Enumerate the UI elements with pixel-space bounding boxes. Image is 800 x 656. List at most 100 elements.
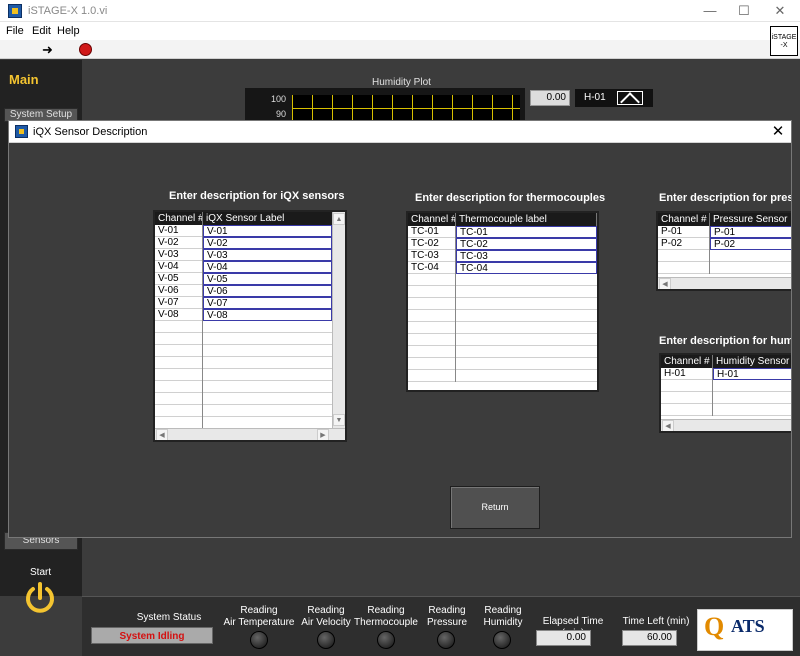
menu-help[interactable]: Help: [57, 25, 80, 37]
plot-readout: 0.00: [530, 90, 570, 106]
scroll-left-icon[interactable]: ◀: [662, 420, 674, 431]
dialog-title: iQX Sensor Description: [33, 126, 148, 138]
label-cell[interactable]: TC-03: [456, 250, 597, 262]
logo-ats: ATS: [731, 616, 765, 636]
minimize-button[interactable]: —: [692, 2, 728, 20]
column-header: Channel #: [658, 213, 710, 226]
label-cell[interactable]: [203, 345, 332, 357]
vi-icon: iSTAGE -X: [770, 26, 798, 56]
label-cell[interactable]: [456, 322, 597, 334]
label-cell[interactable]: [713, 404, 791, 416]
dialog-close-button[interactable]: ✕: [767, 122, 789, 142]
table-row: [408, 274, 597, 286]
label-cell[interactable]: TC-02: [456, 238, 597, 250]
label-cell[interactable]: [203, 405, 332, 417]
horizontal-scrollbar[interactable]: ◀: [661, 419, 791, 431]
reading-label: Reading Humidity: [477, 605, 529, 629]
channel-cell: [155, 345, 203, 357]
scroll-down-icon[interactable]: ▼: [333, 414, 345, 426]
label-cell[interactable]: V-07: [203, 297, 332, 309]
table-row: V-03 V-03: [155, 249, 332, 261]
label-cell[interactable]: V-05: [203, 273, 332, 285]
label-cell[interactable]: [710, 262, 791, 274]
reading-line: Thermocouple: [354, 617, 418, 628]
label-cell[interactable]: [456, 334, 597, 346]
table-row: TC-04 TC-04: [408, 262, 597, 274]
label-cell[interactable]: V-02: [203, 237, 332, 249]
label-cell[interactable]: [713, 392, 791, 404]
channel-cell: V-05: [155, 273, 203, 285]
label-cell[interactable]: [456, 310, 597, 322]
label-cell[interactable]: V-04: [203, 261, 332, 273]
table-row: V-07 V-07: [155, 297, 332, 309]
column-header: iQX Sensor Label: [203, 212, 333, 225]
reading-line: Pressure: [426, 617, 467, 628]
table-row: [658, 250, 791, 262]
column-header: Channel #: [408, 213, 456, 226]
menu-edit[interactable]: Edit: [32, 25, 51, 37]
label-cell[interactable]: P-02: [710, 238, 791, 250]
scroll-right-icon[interactable]: ▶: [317, 429, 329, 440]
table-row: V-05 V-05: [155, 273, 332, 285]
menu-file[interactable]: File: [6, 25, 24, 37]
channel-cell: V-01: [155, 225, 203, 237]
table-row: [658, 262, 791, 274]
label-cell[interactable]: V-03: [203, 249, 332, 261]
label-cell[interactable]: [203, 333, 332, 345]
time-left-label: Time Left (min): [622, 616, 690, 627]
pressure-section-title: Enter description for pressu: [659, 192, 792, 204]
label-cell[interactable]: H-01: [713, 368, 791, 380]
y-tick: 90: [276, 109, 287, 119]
channel-cell: TC-02: [408, 238, 456, 250]
maximize-button[interactable]: ☐: [726, 2, 762, 20]
channel-cell: TC-03: [408, 250, 456, 262]
menu-bar: File Edit Help: [0, 22, 800, 40]
time-left-value: 60.00: [622, 630, 677, 646]
label-cell[interactable]: [710, 250, 791, 262]
column-header: Pressure Sensor Lal: [710, 213, 791, 226]
label-cell[interactable]: TC-01: [456, 226, 597, 238]
vi-icon-line: iSTAGE: [771, 34, 797, 41]
reading-line: Reading: [240, 605, 278, 616]
label-cell[interactable]: [203, 357, 332, 369]
label-cell[interactable]: [456, 358, 597, 370]
label-cell[interactable]: V-06: [203, 285, 332, 297]
scroll-left-icon[interactable]: ◀: [659, 278, 671, 289]
reading-line: Reading: [484, 605, 522, 616]
label-cell[interactable]: [203, 369, 332, 381]
label-cell[interactable]: [713, 380, 791, 392]
label-cell[interactable]: [456, 286, 597, 298]
abort-stop-icon[interactable]: [79, 43, 92, 56]
label-cell[interactable]: [456, 298, 597, 310]
chevron-up-icon[interactable]: [617, 91, 643, 105]
power-icon[interactable]: [22, 580, 58, 616]
column-header: Channel #: [661, 355, 713, 368]
channel-cell: [408, 298, 456, 310]
vertical-scrollbar[interactable]: ▲ ▼: [332, 212, 345, 428]
channel-cell: TC-01: [408, 226, 456, 238]
channel-cell: V-07: [155, 297, 203, 309]
label-cell[interactable]: [456, 274, 597, 286]
channel-cell: P-01: [658, 226, 710, 238]
close-button[interactable]: ✕: [762, 2, 798, 20]
horizontal-scrollbar[interactable]: ◀ ▶: [155, 428, 345, 440]
scroll-left-icon[interactable]: ◀: [156, 429, 168, 440]
run-arrow-icon[interactable]: ➜: [42, 43, 53, 56]
plot-title: Humidity Plot: [372, 77, 431, 88]
label-cell[interactable]: V-08: [203, 309, 332, 321]
scroll-up-icon[interactable]: ▲: [333, 213, 345, 225]
label-cell[interactable]: P-01: [710, 226, 791, 238]
window-title: iSTAGE-X 1.0.vi: [28, 5, 108, 17]
nav-title: Main: [9, 72, 39, 87]
label-cell[interactable]: [456, 370, 597, 382]
horizontal-scrollbar[interactable]: ◀: [658, 277, 791, 289]
channel-cell: [408, 322, 456, 334]
label-cell[interactable]: [203, 321, 332, 333]
label-cell[interactable]: [456, 346, 597, 358]
label-cell[interactable]: [203, 381, 332, 393]
table-row: [155, 321, 332, 333]
label-cell[interactable]: V-01: [203, 225, 332, 237]
return-button[interactable]: Return: [450, 486, 540, 529]
label-cell[interactable]: [203, 393, 332, 405]
label-cell[interactable]: TC-04: [456, 262, 597, 274]
